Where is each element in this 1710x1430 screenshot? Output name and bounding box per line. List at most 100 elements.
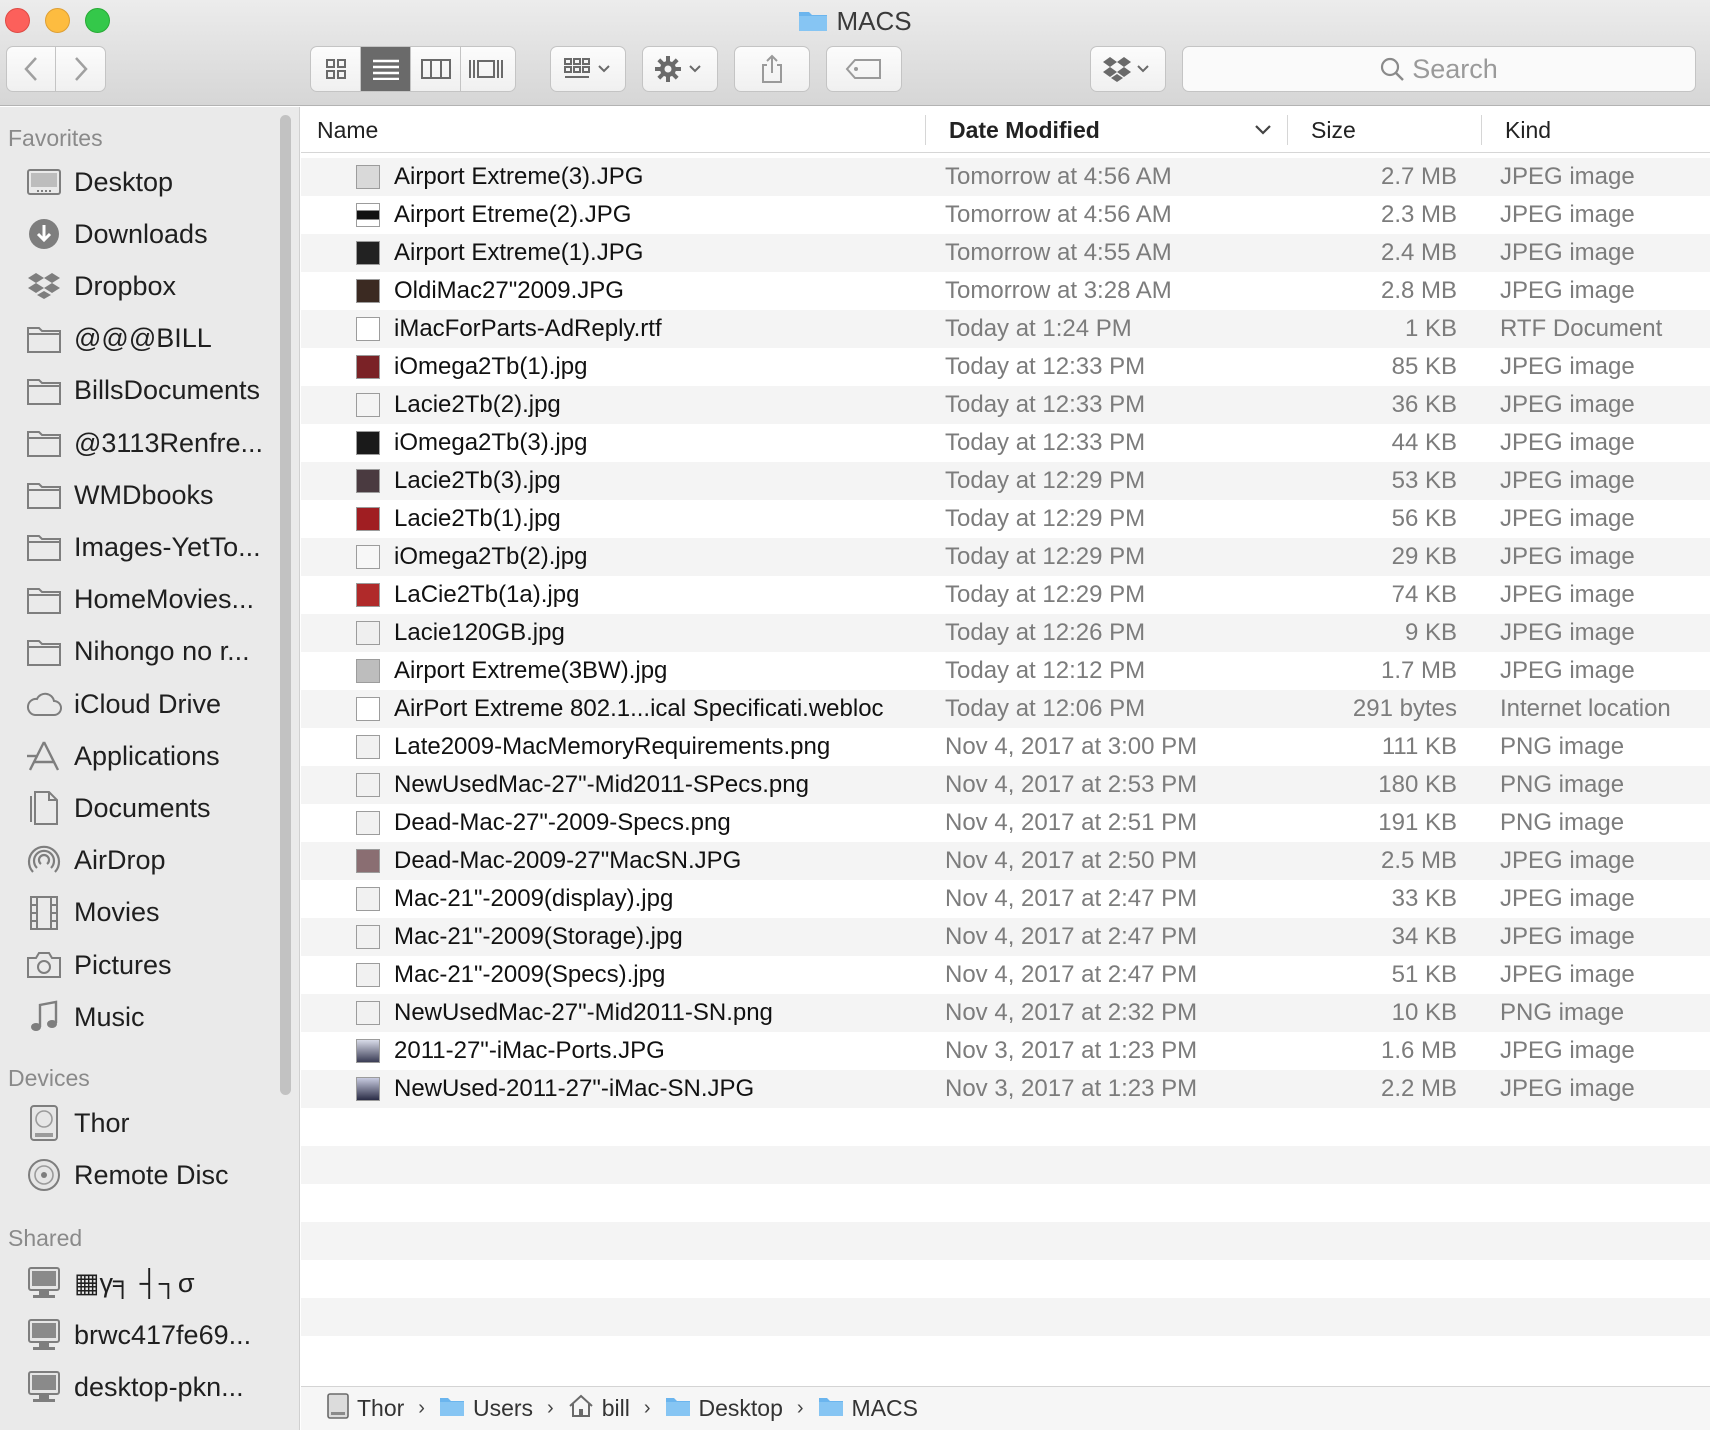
file-row[interactable]: iMacForParts-AdReply.rtf Today at 1:24 PM… [301, 310, 1710, 348]
file-row[interactable]: NewUsed-2011-27"-iMac-SN.JPG Nov 3, 2017 … [301, 1070, 1710, 1108]
sidebar-item-applications[interactable]: Applications [0, 733, 278, 779]
path-item-desktop[interactable]: Desktop [665, 1395, 783, 1423]
path-item-macs[interactable]: MACS [818, 1395, 918, 1423]
sidebar-item-label: Nihongo no r... [74, 636, 250, 667]
search-icon [1381, 57, 1405, 81]
folder-icon [24, 527, 64, 567]
file-row[interactable]: OldiMac27"2009.JPG Tomorrow at 3:28 AM 2.8… [301, 272, 1710, 310]
list-view-button[interactable] [361, 47, 411, 91]
column-header-date-modified[interactable]: Date Modified [937, 107, 1100, 153]
file-size: 2.3 MB [1380, 201, 1457, 228]
sidebar-item-remote-disc[interactable]: Remote Disc [0, 1152, 278, 1198]
file-size: 111 KB [1381, 733, 1457, 760]
file-row[interactable]: NewUsedMac-27"-Mid2011-SPecs.png Nov 4, 2… [301, 766, 1710, 804]
file-row[interactable]: Airport Extreme(3).JPG Tomorrow at 4:56 A… [301, 158, 1710, 196]
icon-view-button[interactable] [311, 47, 361, 91]
file-size: 74 KB [1391, 581, 1457, 608]
file-row[interactable]: Lacie2Tb(1).jpg Today at 12:29 PM 56 KB JPE… [301, 500, 1710, 538]
file-size: 53 KB [1391, 467, 1457, 494]
file-row[interactable]: Airport Extreme(3BW).jpg Today at 12:12 P… [301, 652, 1710, 690]
sidebar-item-airdrop[interactable]: AirDrop [0, 838, 278, 884]
sidebar-item-movies[interactable]: Movies [0, 890, 278, 936]
sidebar-item-[interactable]: ▦γ╕ ┤┐σ [0, 1260, 278, 1306]
sidebar-scrollbar[interactable] [280, 115, 291, 1095]
file-row[interactable]: Late2009-MacMemoryRequirements.png Nov 4,… [301, 728, 1710, 766]
file-row[interactable]: AirPort Extreme 802.1...ical Specificati… [301, 690, 1710, 728]
sidebar-item-icloud-drive[interactable]: iCloud Drive [0, 681, 278, 727]
file-row[interactable]: Mac-21"-2009(display).jpg Nov 4, 2017 at … [301, 880, 1710, 918]
empty-row [301, 1260, 1710, 1298]
path-item-bill[interactable]: bill [568, 1394, 630, 1424]
column-header-size[interactable]: Size [1299, 107, 1356, 153]
file-size: 2.2 MB [1380, 1075, 1457, 1102]
column-divider[interactable] [1287, 115, 1288, 145]
share-button[interactable] [734, 46, 810, 92]
sidebar-item-billsdocuments[interactable]: BillsDocuments [0, 368, 278, 414]
tag-icon [845, 59, 881, 79]
sidebar-item-label: Music [74, 1001, 145, 1032]
column-header-kind[interactable]: Kind [1493, 107, 1551, 153]
file-row[interactable]: Lacie120GB.jpg Today at 12:26 PM 9 KB JPEG … [301, 614, 1710, 652]
file-kind: JPEG image [1500, 353, 1635, 380]
file-row[interactable]: Mac-21"-2009(Storage).jpg Nov 4, 2017 at … [301, 918, 1710, 956]
devices-heading: Devices [8, 1065, 90, 1091]
file-row[interactable]: Airport Extreme(1).JPG Tomorrow at 4:55 A… [301, 234, 1710, 272]
sidebar-item-bill[interactable]: @@@BILL [0, 316, 278, 362]
column-divider[interactable] [1481, 115, 1482, 145]
sidebar-item-images-yetto[interactable]: Images-YetTo... [0, 524, 278, 570]
path-item-users[interactable]: Users [439, 1395, 533, 1423]
file-kind: JPEG image [1500, 239, 1635, 266]
file-kind: PNG image [1500, 733, 1625, 760]
sidebar-item-pictures[interactable]: Pictures [0, 942, 278, 988]
sidebar-item-3113renfre[interactable]: @3113Renfre... [0, 420, 278, 466]
path-separator-icon: › [547, 1397, 554, 1419]
file-row[interactable]: Lacie2Tb(3).jpg Today at 12:29 PM 53 KB JPE… [301, 462, 1710, 500]
file-size: 2.8 MB [1380, 277, 1457, 304]
column-header-row: Name Date Modified Size Kind [301, 107, 1710, 153]
column-view-button[interactable] [411, 47, 461, 91]
file-row[interactable]: iOmega2Tb(3).jpg Today at 12:33 PM 44 KB JP… [301, 424, 1710, 462]
sidebar-item-wmdbooks[interactable]: WMDbooks [0, 472, 278, 518]
sidebar-item-homemovies[interactable]: HomeMovies... [0, 577, 278, 623]
file-rows: Airport Extreme(3).JPG Tomorrow at 4:56 A… [301, 158, 1710, 1374]
gallery-view-button[interactable] [461, 47, 511, 91]
file-row[interactable]: iOmega2Tb(2).jpg Today at 12:29 PM 29 KB JP… [301, 538, 1710, 576]
file-row[interactable]: Lacie2Tb(2).jpg Today at 12:33 PM 36 KB JPE… [301, 386, 1710, 424]
file-kind: JPEG image [1500, 391, 1635, 418]
column-header-name[interactable]: Name [305, 107, 378, 153]
sidebar-item-thor[interactable]: Thor [0, 1100, 278, 1146]
file-row[interactable]: LaCie2Tb(1a).jpg Today at 12:29 PM 74 KB JP… [301, 576, 1710, 614]
file-size: 291 bytes [1352, 695, 1457, 722]
file-row[interactable]: Airport Etreme(2).JPG Tomorrow at 4:56 AM… [301, 196, 1710, 234]
path-item-thor[interactable]: Thor [327, 1392, 404, 1425]
sidebar-item-label: brwc417fe69... [74, 1319, 252, 1350]
action-button[interactable] [642, 46, 718, 92]
folder-icon [665, 1395, 691, 1423]
back-button[interactable] [7, 47, 57, 91]
sidebar-item-downloads[interactable]: Downloads [0, 211, 278, 257]
file-size: 1.6 MB [1380, 1037, 1457, 1064]
file-row[interactable]: Mac-21"-2009(Specs).jpg Nov 4, 2017 at 2:… [301, 956, 1710, 994]
file-row[interactable]: 2011-27"-iMac-Ports.JPG Nov 3, 2017 at 1:… [301, 1032, 1710, 1070]
sidebar-item-desktop[interactable]: Desktop [0, 159, 278, 205]
column-divider[interactable] [925, 115, 926, 145]
search-field[interactable]: Search [1182, 46, 1696, 92]
sidebar-item-dropbox[interactable]: Dropbox [0, 263, 278, 309]
forward-button[interactable] [56, 47, 105, 91]
dropbox-icon [1103, 57, 1149, 82]
file-size: 44 KB [1391, 429, 1457, 456]
sidebar-item-desktop-pkn[interactable]: desktop-pkn... [0, 1364, 278, 1410]
sidebar-item-brwc417fe69[interactable]: brwc417fe69... [0, 1312, 278, 1358]
file-row[interactable]: Dead-Mac-27"-2009-Specs.png Nov 4, 2017 a… [301, 804, 1710, 842]
file-size: 33 KB [1391, 885, 1457, 912]
sidebar-item-music[interactable]: Music [0, 994, 278, 1040]
sidebar-item-documents[interactable]: Documents [0, 785, 278, 831]
dropbox-button[interactable] [1090, 46, 1166, 92]
file-row[interactable]: iOmega2Tb(1).jpg Today at 12:33 PM 85 KB JP… [301, 348, 1710, 386]
home-icon [568, 1394, 594, 1424]
arrange-button[interactable] [550, 46, 626, 92]
edit-tags-button[interactable] [826, 46, 902, 92]
file-row[interactable]: Dead-Mac-2009-27"MacSN.JPG Nov 4, 2017 at… [301, 842, 1710, 880]
file-row[interactable]: NewUsedMac-27"-Mid2011-SN.png Nov 4, 2017… [301, 994, 1710, 1032]
sidebar-item-nihongo-no-r[interactable]: Nihongo no r... [0, 629, 278, 675]
